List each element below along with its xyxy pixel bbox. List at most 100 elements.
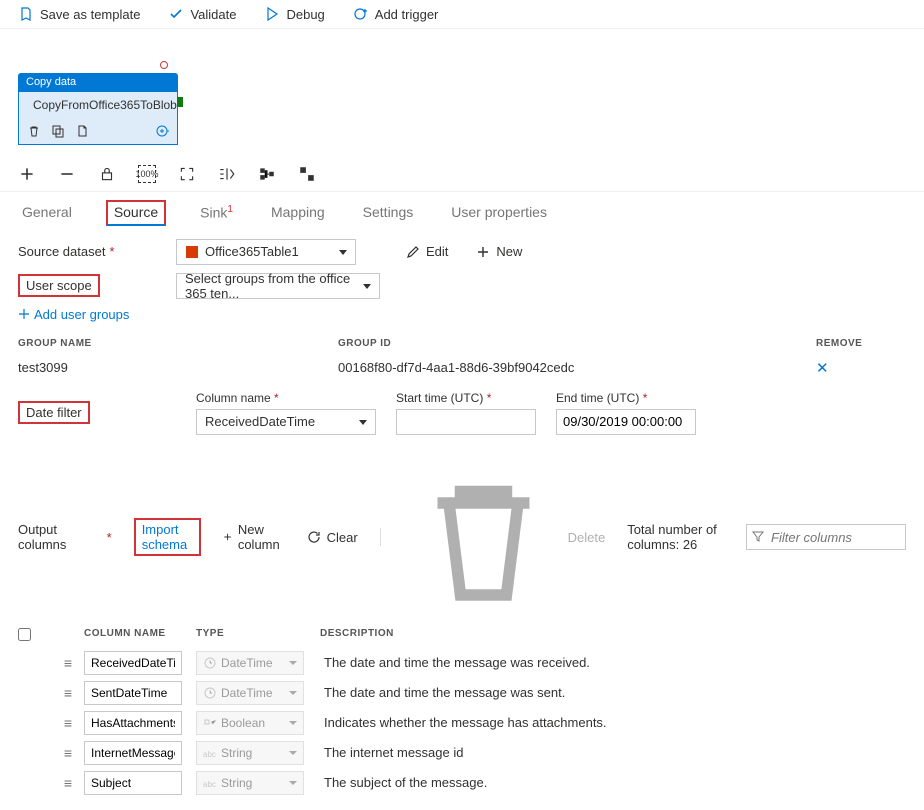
edit-dataset-button[interactable]: Edit <box>406 244 448 259</box>
drag-handle-icon[interactable]: ≡ <box>52 655 84 671</box>
clone-activity-icon[interactable] <box>51 124 65 138</box>
layout-vertical-icon[interactable] <box>298 165 316 183</box>
date-filter-label: Date filter <box>18 401 176 424</box>
source-panel: Source dataset * Office365Table1 Edit Ne… <box>0 227 924 810</box>
validate-button[interactable]: Validate <box>168 6 236 22</box>
user-scope-row: User scope Select groups from the office… <box>18 273 906 299</box>
table-row: ≡ DateTime The date and time the message… <box>18 648 906 678</box>
pipeline-canvas[interactable]: Copy data CopyFromOffice365ToBlob <box>0 29 924 159</box>
layout-horizontal-icon[interactable] <box>258 165 276 183</box>
add-user-groups-button[interactable]: Add user groups <box>18 307 129 322</box>
source-dataset-dropdown[interactable]: Office365Table1 <box>176 239 356 265</box>
tab-source[interactable]: Source <box>106 200 166 226</box>
trigger-plus-icon <box>353 6 369 22</box>
group-id-header: GROUP ID <box>338 338 816 349</box>
debug-button[interactable]: Debug <box>264 6 324 22</box>
tab-general[interactable]: General <box>18 200 76 226</box>
start-time-section: Start time (UTC) * <box>396 391 536 435</box>
new-column-button[interactable]: New column <box>223 522 285 552</box>
filter-icon <box>751 529 765 543</box>
user-scope-dropdown[interactable]: Select groups from the office 365 ten... <box>176 273 380 299</box>
column-desc-value: The subject of the message. <box>320 775 906 790</box>
sink-error-badge: 1 <box>227 204 233 215</box>
table-row: ≡ abcString The subject of the message. <box>18 768 906 798</box>
success-connector-icon[interactable] <box>177 97 183 107</box>
edit-label: Edit <box>426 244 448 259</box>
column-name-input[interactable] <box>84 771 182 795</box>
tab-mapping[interactable]: Mapping <box>267 200 329 226</box>
zoom-100-icon[interactable]: 100% <box>138 165 156 183</box>
select-all-checkbox[interactable] <box>18 628 31 641</box>
copy-data-activity-card[interactable]: Copy data CopyFromOffice365ToBlob <box>18 73 178 145</box>
column-type-value: String <box>221 776 252 790</box>
clock-type-icon <box>203 656 217 670</box>
pencil-icon <box>406 245 420 259</box>
column-name-input[interactable] <box>84 651 182 675</box>
validation-error-indicator-icon <box>160 61 168 69</box>
delete-activity-icon[interactable] <box>27 124 41 138</box>
clock-type-icon <box>203 686 217 700</box>
fit-screen-icon[interactable] <box>178 165 196 183</box>
zoom-out-icon[interactable] <box>58 165 76 183</box>
column-type-dropdown[interactable]: Boolean <box>196 711 304 735</box>
total-columns-label: Total number of columns: 26 <box>627 522 724 552</box>
drag-handle-icon[interactable]: ≡ <box>52 775 84 791</box>
delete-label: Delete <box>568 530 606 545</box>
column-desc-value: The date and time the message was sent. <box>320 685 906 700</box>
new-label: New <box>496 244 522 259</box>
drag-handle-icon[interactable]: ≡ <box>52 685 84 701</box>
play-icon <box>264 6 280 22</box>
import-schema-button[interactable]: Import schema <box>134 518 201 556</box>
column-type-value: DateTime <box>221 686 273 700</box>
tab-sink[interactable]: Sink1 <box>196 200 237 227</box>
auto-align-icon[interactable] <box>218 165 236 183</box>
output-columns-table: COLUMN NAME TYPE DESCRIPTION ≡ DateTime … <box>18 624 906 798</box>
save-as-template-button[interactable]: Save as template <box>18 6 140 22</box>
source-dataset-value: Office365Table1 <box>205 244 299 259</box>
plus-icon <box>18 308 30 320</box>
output-columns-label: Output columns * <box>18 522 112 552</box>
date-filter-row: Date filter Column name * ReceivedDateTi… <box>18 391 906 435</box>
end-time-label: End time (UTC) * <box>556 391 696 405</box>
add-user-groups-label: Add user groups <box>34 307 129 322</box>
column-desc-value: The date and time the message was receiv… <box>320 655 906 670</box>
zoom-in-icon[interactable] <box>18 165 36 183</box>
column-type-dropdown[interactable]: abcString <box>196 771 304 795</box>
group-remove-header: REMOVE <box>816 338 906 349</box>
end-time-input[interactable] <box>556 409 696 435</box>
column-name-dropdown[interactable]: ReceivedDateTime <box>196 409 376 435</box>
new-dataset-button[interactable]: New <box>476 244 522 259</box>
group-table-header: GROUP NAME GROUP ID REMOVE <box>18 334 906 353</box>
office365-icon <box>185 245 199 259</box>
column-name-input[interactable] <box>84 711 182 735</box>
column-type-dropdown[interactable]: abcString <box>196 741 304 765</box>
add-trigger-button[interactable]: Add trigger <box>353 6 439 22</box>
column-type-value: DateTime <box>221 656 273 670</box>
clear-label: Clear <box>327 530 358 545</box>
lock-icon[interactable] <box>98 165 116 183</box>
drag-handle-icon[interactable]: ≡ <box>52 715 84 731</box>
filter-columns-input[interactable] <box>746 524 906 550</box>
group-name-value: test3099 <box>18 360 338 375</box>
column-name-input[interactable] <box>84 741 182 765</box>
column-type-value: Boolean <box>221 716 265 730</box>
group-remove-button[interactable]: ✕ <box>816 359 906 377</box>
expand-activity-icon[interactable] <box>155 124 169 138</box>
source-dataset-row: Source dataset * Office365Table1 Edit Ne… <box>18 239 906 265</box>
clear-button[interactable]: Clear <box>307 530 358 545</box>
tab-user-properties[interactable]: User properties <box>447 200 551 226</box>
copy-activity-icon[interactable] <box>75 124 89 138</box>
drag-handle-icon[interactable]: ≡ <box>52 745 84 761</box>
column-type-dropdown[interactable]: DateTime <box>196 651 304 675</box>
plus-icon <box>223 530 232 544</box>
column-type-dropdown[interactable]: DateTime <box>196 681 304 705</box>
tab-sink-label: Sink <box>200 205 227 221</box>
check-icon <box>168 6 184 22</box>
activity-body: CopyFromOffice365ToBlob <box>18 91 178 145</box>
tab-settings[interactable]: Settings <box>359 200 418 226</box>
column-name-input[interactable] <box>84 681 182 705</box>
delete-column-button: Delete <box>403 457 606 618</box>
start-time-label: Start time (UTC) * <box>396 391 536 405</box>
activity-name-row: CopyFromOffice365ToBlob <box>27 98 169 114</box>
start-time-input[interactable] <box>396 409 536 435</box>
